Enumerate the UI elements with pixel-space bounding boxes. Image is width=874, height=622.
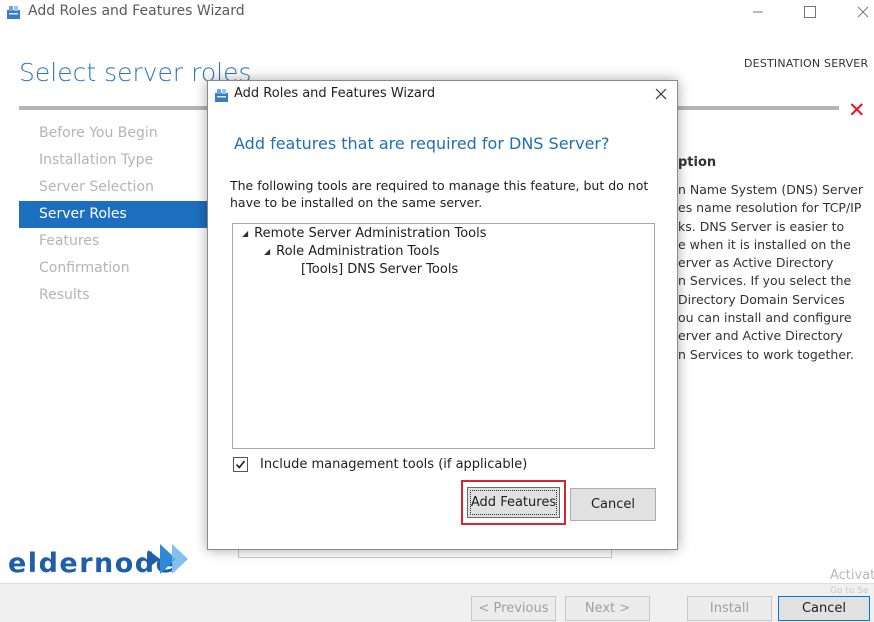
maximize-icon[interactable] [787,0,833,24]
close-icon[interactable] [840,0,874,24]
wizard-icon [6,4,22,20]
wizard-icon [214,87,230,107]
add-features-button[interactable]: Add Features [467,487,560,518]
description-heading: ption [678,155,717,170]
expand-triangle-icon[interactable]: ◢ [242,229,248,238]
description-text: n Name System (DNS) Server es name resol… [678,182,863,362]
dialog-heading: Add features that are required for DNS S… [234,134,610,153]
nav-item-results[interactable]: Results [19,282,209,309]
include-tools-label[interactable]: Include management tools (if applicable) [260,457,527,472]
activation-watermark-sub: Go to Se [830,586,869,596]
nav-item-server-roles[interactable]: Server Roles [19,201,209,228]
next-button[interactable]: Next > [565,596,650,621]
nav-item-features[interactable]: Features [19,228,209,255]
include-tools-checkbox[interactable] [233,457,248,472]
cancel-button[interactable]: Cancel [778,596,870,621]
minimize-icon[interactable] [735,0,781,24]
nav-item-server-selection[interactable]: Server Selection [19,174,209,201]
eldernode-logo: eldernode [8,544,188,579]
tree-item-label: Remote Server Administration Tools [254,226,487,241]
dialog-cancel-button[interactable]: Cancel [570,488,656,521]
tree-item[interactable]: ◢ Role Administration Tools [264,244,440,259]
wizard-nav: Before You Begin Installation Type Serve… [19,120,209,309]
nav-item-confirmation[interactable]: Confirmation [19,255,209,282]
close-icon[interactable] [649,82,673,106]
add-features-highlight: Add Features [461,480,566,525]
error-icon[interactable]: ✕ [848,98,866,122]
nav-item-before-you-begin[interactable]: Before You Begin [19,120,209,147]
tree-item[interactable]: [Tools] DNS Server Tools [301,262,458,277]
tree-item-label: Role Administration Tools [276,244,440,259]
tree-item-label: [Tools] DNS Server Tools [301,262,459,277]
add-features-dialog: Add Roles and Features Wizard Add featur… [207,80,678,550]
install-button[interactable]: Install [687,596,772,621]
destination-server-label: DESTINATION SERVER [744,57,869,70]
expand-triangle-icon[interactable]: ◢ [264,247,270,256]
window-title: Add Roles and Features Wizard [28,3,245,19]
title-bar: Add Roles and Features Wizard [0,0,874,26]
tree-item[interactable]: ◢ Remote Server Administration Tools [242,226,487,241]
activation-watermark: Activat [830,568,874,583]
checkmark-icon [235,460,246,469]
nav-item-installation-type[interactable]: Installation Type [19,147,209,174]
features-tree[interactable]: ◢ Remote Server Administration Tools ◢ R… [232,223,655,449]
logo-arrows-icon [148,544,188,574]
dialog-message: The following tools are required to mana… [230,178,649,210]
previous-button[interactable]: < Previous [471,596,556,621]
dialog-title: Add Roles and Features Wizard [234,86,436,101]
